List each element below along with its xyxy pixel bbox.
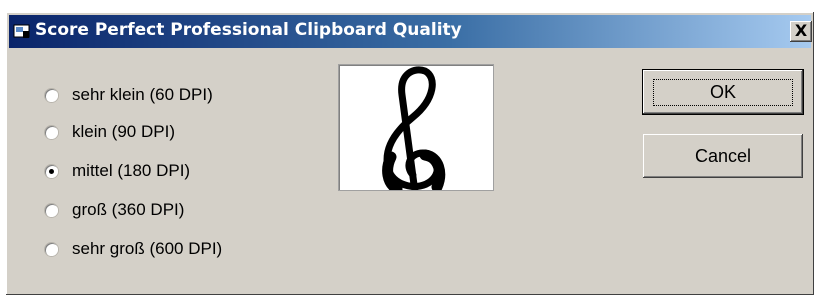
radio-button[interactable]: [45, 88, 58, 102]
radio-label: mittel (180 DPI): [72, 161, 191, 180]
radio-button[interactable]: [45, 125, 58, 139]
radio-option-90dpi[interactable]: klein (90 DPI): [45, 119, 175, 145]
close-button[interactable]: X: [790, 21, 812, 42]
dialog-window: Score Perfect Professional Clipboard Qua…: [6, 12, 814, 295]
radio-button[interactable]: [45, 242, 58, 256]
radio-option-60dpi[interactable]: sehr klein (60 DPI): [45, 82, 213, 108]
radio-label: groß (360 DPI): [72, 200, 185, 219]
radio-label: klein (90 DPI): [72, 122, 175, 141]
cancel-button[interactable]: Cancel: [643, 134, 803, 178]
ok-button-label: OK: [652, 78, 793, 106]
radio-option-360dpi[interactable]: groß (360 DPI): [45, 197, 184, 223]
radio-option-600dpi[interactable]: sehr groß (600 DPI): [45, 236, 222, 262]
quality-preview: [339, 65, 493, 190]
window-title: Score Perfect Professional Clipboard Qua…: [35, 20, 462, 40]
app-icon: [13, 24, 30, 38]
radio-label: sehr groß (600 DPI): [72, 239, 223, 258]
radio-button[interactable]: [45, 203, 58, 217]
title-bar[interactable]: Score Perfect Professional Clipboard Qua…: [9, 15, 812, 48]
radio-label: sehr klein (60 DPI): [72, 85, 213, 104]
radio-option-180dpi[interactable]: mittel (180 DPI): [45, 158, 190, 184]
ok-button[interactable]: OK: [642, 69, 804, 115]
radio-button-selected[interactable]: [45, 164, 58, 178]
treble-clef-icon: [382, 66, 446, 190]
cancel-button-label: Cancel: [694, 145, 752, 166]
